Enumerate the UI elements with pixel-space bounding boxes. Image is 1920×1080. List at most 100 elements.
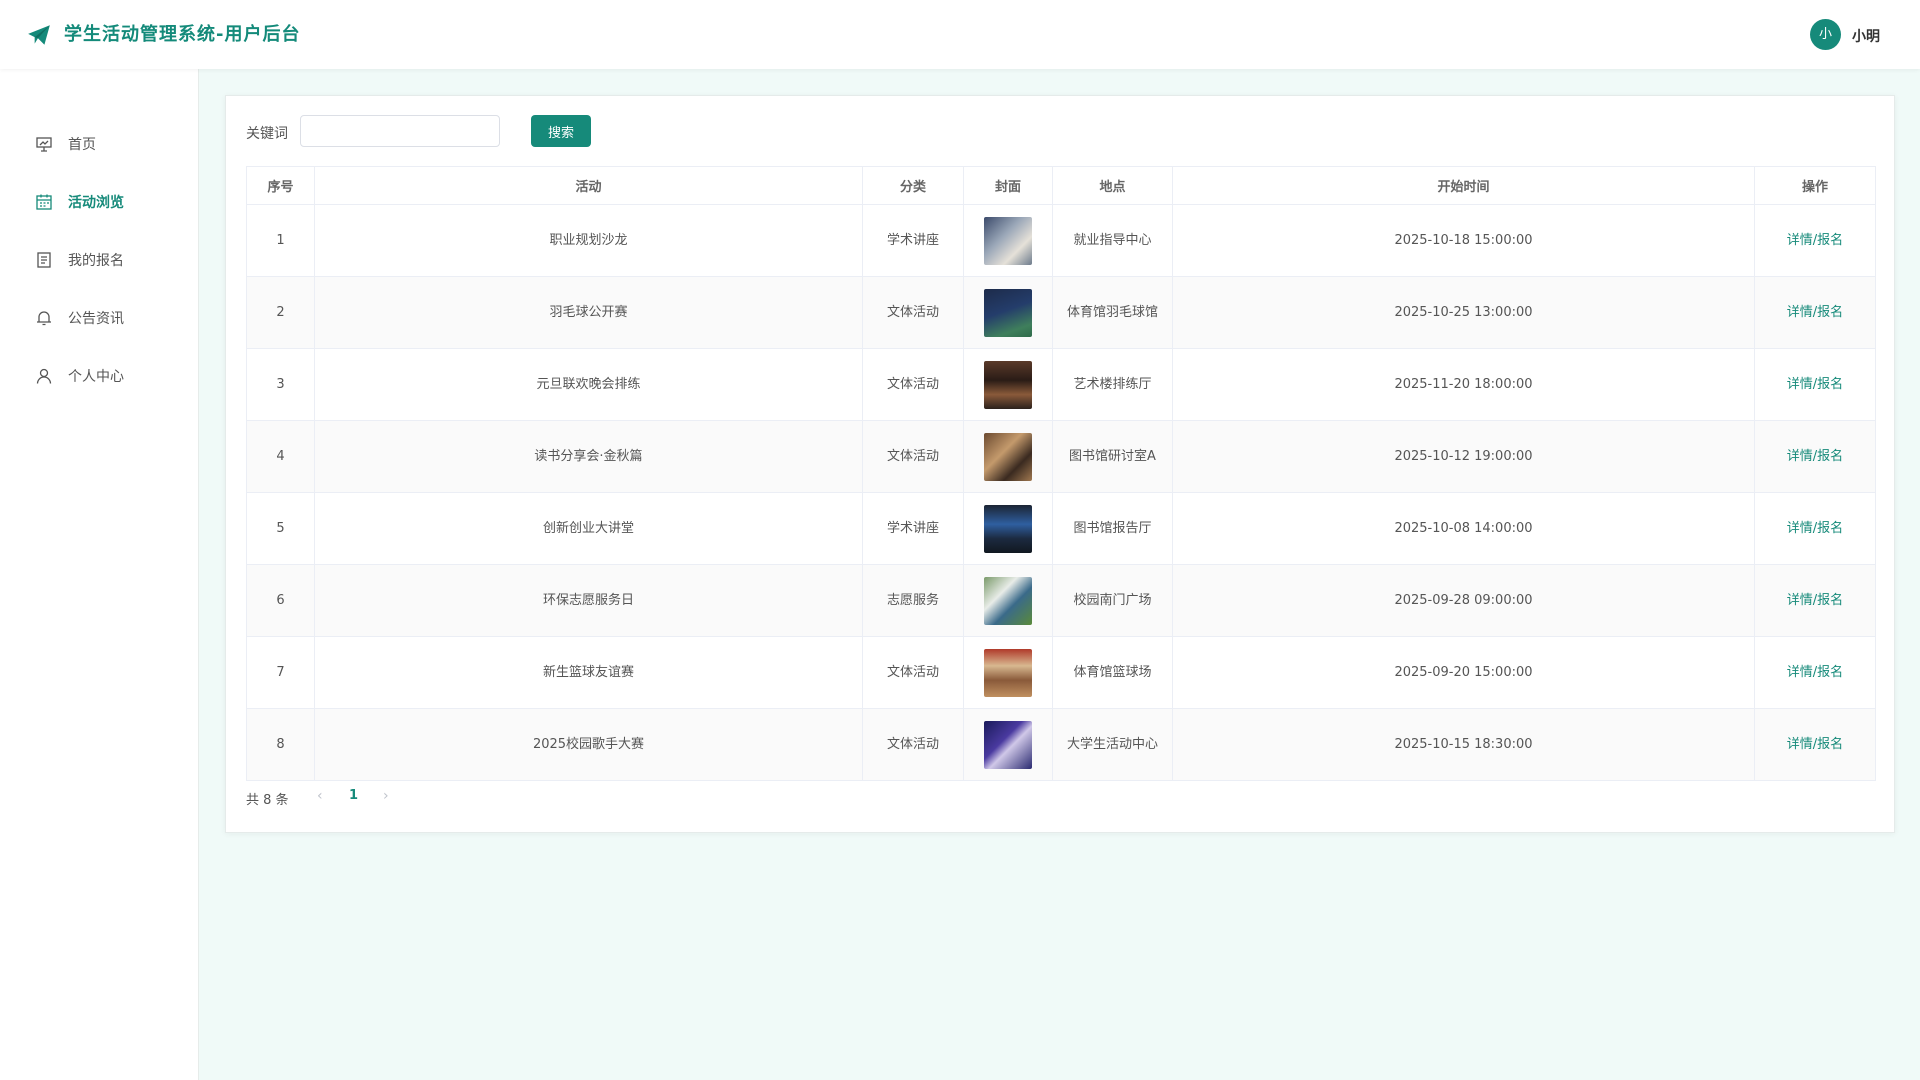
sidebar-item-my-registrations[interactable]: 我的报名 — [0, 231, 199, 289]
page-number-current[interactable]: 1 — [349, 788, 358, 803]
keyword-input[interactable] — [300, 115, 500, 147]
cell-actions: 详情/报名 — [1754, 420, 1876, 493]
cell-index: 8 — [246, 708, 315, 781]
cell-category: 志愿服务 — [862, 564, 964, 637]
cell-actions: 详情/报名 — [1754, 348, 1876, 421]
username[interactable]: 小明 — [1852, 26, 1880, 46]
table-row: 7 新生篮球友谊赛 文体活动 体育馆篮球场 2025-09-20 15:00:0… — [246, 636, 1876, 709]
cell-start-time: 2025-10-25 13:00:00 — [1172, 276, 1755, 349]
avatar[interactable]: 小 — [1810, 19, 1841, 50]
user-icon — [36, 368, 52, 384]
cell-category: 文体活动 — [862, 348, 964, 421]
cell-start-time: 2025-10-08 14:00:00 — [1172, 492, 1755, 565]
cell-cover — [963, 348, 1053, 421]
table-header-row: 序号 活动 分类 封面 地点 开始时间 操作 — [246, 166, 1876, 205]
details-register-link[interactable]: 详情/报名 — [1787, 665, 1843, 680]
cell-index: 4 — [246, 420, 315, 493]
sidebar: 首页 活动浏览 我的报名 公告资讯 个人中心 — [0, 69, 199, 1080]
cell-cover — [963, 492, 1053, 565]
table-row: 6 环保志愿服务日 志愿服务 校园南门广场 2025-09-28 09:00:0… — [246, 564, 1876, 637]
table-row: 8 2025校园歌手大赛 文体活动 大学生活动中心 2025-10-15 18:… — [246, 708, 1876, 781]
cover-thumbnail[interactable] — [984, 360, 1032, 409]
table-row: 3 元旦联欢晚会排练 文体活动 艺术楼排练厅 2025-11-20 18:00:… — [246, 348, 1876, 421]
document-icon — [37, 252, 51, 268]
details-register-link[interactable]: 详情/报名 — [1787, 521, 1843, 536]
top-header: 学生活动管理系统-用户后台 小 小明 — [0, 0, 1920, 69]
details-register-link[interactable]: 详情/报名 — [1787, 593, 1843, 608]
table-row: 1 职业规划沙龙 学术讲座 就业指导中心 2025-10-18 15:00:00… — [246, 204, 1876, 277]
activity-table: 序号 活动 分类 封面 地点 开始时间 操作 1 职业规划沙龙 学术讲座 就业指… — [246, 166, 1876, 781]
keyword-label: 关键词 — [246, 126, 288, 142]
table-row: 4 读书分享会·金秋篇 文体活动 图书馆研讨室A 2025-10-12 19:0… — [246, 420, 1876, 493]
cell-location: 体育馆羽毛球馆 — [1052, 276, 1173, 349]
cell-category: 文体活动 — [862, 420, 964, 493]
cell-location: 体育馆篮球场 — [1052, 636, 1173, 709]
cell-start-time: 2025-09-20 15:00:00 — [1172, 636, 1755, 709]
sidebar-item-home[interactable]: 首页 — [0, 115, 199, 173]
sidebar-item-announcements[interactable]: 公告资讯 — [0, 289, 199, 347]
app-title: 学生活动管理系统-用户后台 — [64, 24, 301, 45]
cell-location: 大学生活动中心 — [1052, 708, 1173, 781]
cell-cover — [963, 420, 1053, 493]
sidebar-item-profile[interactable]: 个人中心 — [0, 347, 199, 405]
cover-thumbnail[interactable] — [984, 288, 1032, 337]
cell-cover — [963, 636, 1053, 709]
cover-thumbnail[interactable] — [984, 576, 1032, 625]
details-register-link[interactable]: 详情/报名 — [1787, 449, 1843, 464]
chevron-left-icon[interactable]: ‹ — [317, 788, 323, 804]
sidebar-item-label: 活动浏览 — [68, 195, 124, 211]
sidebar-item-label: 首页 — [68, 137, 96, 153]
column-header-category: 分类 — [862, 166, 964, 205]
details-register-link[interactable]: 详情/报名 — [1787, 737, 1843, 752]
details-register-link[interactable]: 详情/报名 — [1787, 305, 1843, 320]
cell-category: 文体活动 — [862, 636, 964, 709]
chevron-right-icon[interactable]: › — [383, 788, 389, 804]
cover-thumbnail[interactable] — [984, 432, 1032, 481]
table-row: 2 羽毛球公开赛 文体活动 体育馆羽毛球馆 2025-10-25 13:00:0… — [246, 276, 1876, 349]
cell-category: 学术讲座 — [862, 204, 964, 277]
bell-icon — [37, 311, 51, 326]
cell-location: 图书馆报告厅 — [1052, 492, 1173, 565]
cell-activity-name: 2025校园歌手大赛 — [314, 708, 863, 781]
cell-location: 艺术楼排练厅 — [1052, 348, 1173, 421]
presentation-icon — [36, 137, 52, 152]
cell-actions: 详情/报名 — [1754, 204, 1876, 277]
search-button[interactable]: 搜索 — [531, 115, 591, 147]
cell-activity-name: 环保志愿服务日 — [314, 564, 863, 637]
cell-category: 文体活动 — [862, 276, 964, 349]
cell-index: 2 — [246, 276, 315, 349]
column-header-start-time: 开始时间 — [1172, 166, 1755, 205]
cover-thumbnail[interactable] — [984, 504, 1032, 553]
cell-actions: 详情/报名 — [1754, 492, 1876, 565]
cover-thumbnail[interactable] — [984, 720, 1032, 769]
cover-thumbnail[interactable] — [984, 216, 1032, 265]
sidebar-item-label: 个人中心 — [68, 369, 124, 385]
cover-thumbnail[interactable] — [984, 648, 1032, 697]
calendar-icon — [36, 194, 52, 210]
details-register-link[interactable]: 详情/报名 — [1787, 233, 1843, 248]
column-header-location: 地点 — [1052, 166, 1173, 205]
cell-activity-name: 读书分享会·金秋篇 — [314, 420, 863, 493]
details-register-link[interactable]: 详情/报名 — [1787, 377, 1843, 392]
column-header-cover: 封面 — [963, 166, 1053, 205]
sidebar-item-label: 我的报名 — [68, 253, 124, 269]
sidebar-item-activities[interactable]: 活动浏览 — [0, 173, 199, 231]
cell-activity-name: 羽毛球公开赛 — [314, 276, 863, 349]
cell-index: 3 — [246, 348, 315, 421]
pagination: 共 8 条 ‹ 1 › — [246, 788, 389, 808]
cell-start-time: 2025-10-15 18:30:00 — [1172, 708, 1755, 781]
cell-actions: 详情/报名 — [1754, 276, 1876, 349]
cell-category: 学术讲座 — [862, 492, 964, 565]
cell-activity-name: 新生篮球友谊赛 — [314, 636, 863, 709]
column-header-actions: 操作 — [1754, 166, 1876, 205]
cell-index: 1 — [246, 204, 315, 277]
cell-location: 就业指导中心 — [1052, 204, 1173, 277]
cell-activity-name: 元旦联欢晚会排练 — [314, 348, 863, 421]
cell-start-time: 2025-09-28 09:00:00 — [1172, 564, 1755, 637]
cell-index: 6 — [246, 564, 315, 637]
cell-activity-name: 职业规划沙龙 — [314, 204, 863, 277]
column-header-activity: 活动 — [314, 166, 863, 205]
activity-list-card: 关键词 搜索 序号 活动 分类 封面 地点 开始时间 操作 1 职业规划沙龙 学… — [225, 95, 1895, 833]
cell-activity-name: 创新创业大讲堂 — [314, 492, 863, 565]
cell-start-time: 2025-11-20 18:00:00 — [1172, 348, 1755, 421]
